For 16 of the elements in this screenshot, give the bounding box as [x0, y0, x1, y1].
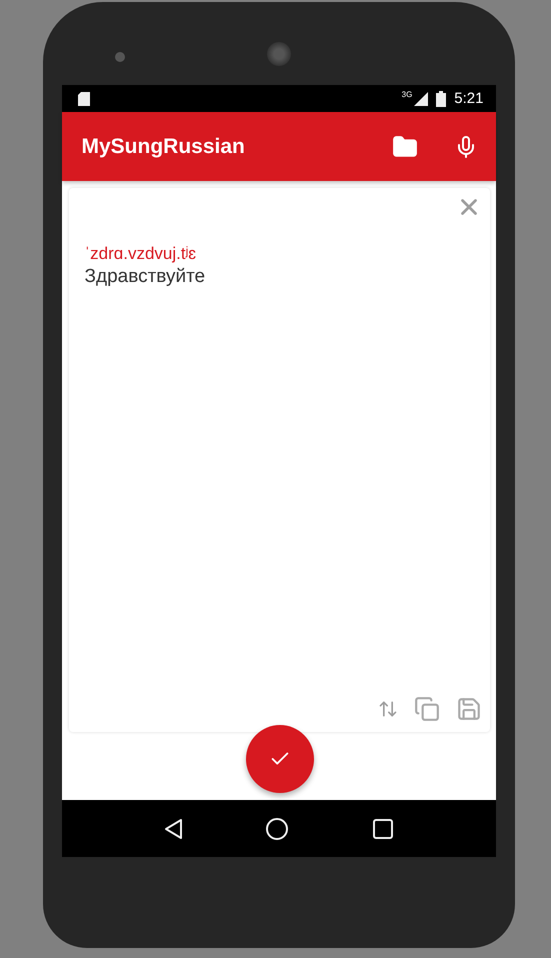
network-type: 3G	[402, 90, 412, 99]
folder-icon[interactable]	[392, 134, 418, 160]
home-icon[interactable]	[265, 816, 290, 840]
russian-word: Здравствуйте	[84, 266, 206, 288]
app-title: MySungRussian	[82, 134, 246, 158]
signal-icon	[414, 92, 428, 106]
recents-icon[interactable]	[372, 818, 394, 840]
speaker-icon	[266, 42, 290, 66]
battery-icon	[436, 90, 446, 106]
back-icon[interactable]	[162, 818, 183, 840]
transcription: ˈzdrɑ.vzdvuj.tʲɛ	[84, 244, 196, 264]
sd-card-icon	[78, 92, 90, 106]
clock: 5:21	[454, 90, 484, 107]
camera-icon	[114, 52, 124, 62]
swap-icon[interactable]	[378, 699, 398, 719]
confirm-button[interactable]	[246, 725, 314, 793]
